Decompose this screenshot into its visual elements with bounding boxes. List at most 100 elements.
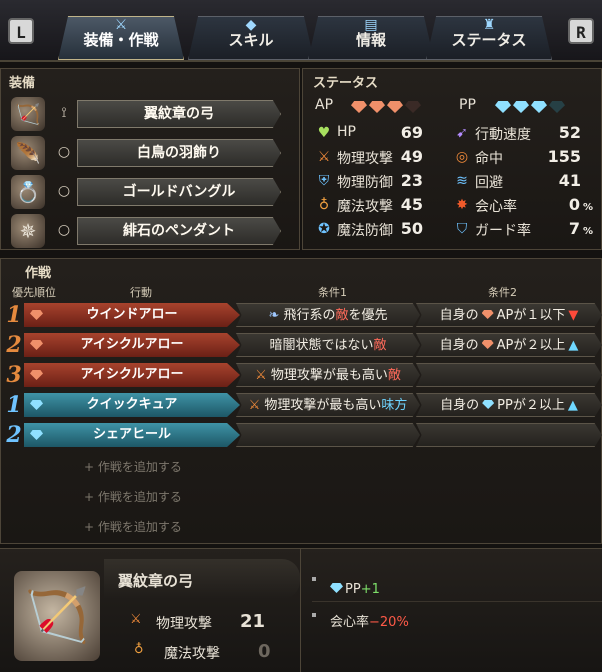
- condition-text: を優先: [348, 308, 388, 323]
- stat-number: 52: [558, 123, 581, 142]
- condition-text: 自身の: [439, 308, 479, 323]
- pp-label: PP: [459, 97, 476, 113]
- tactic-action-button[interactable]: クイックキュア: [24, 393, 240, 417]
- tactic-action-button[interactable]: アイシクルアロー: [24, 333, 240, 357]
- stat-label: 行動速度: [475, 127, 531, 143]
- tactic-condition-2[interactable]: 自身の APが２以上 ▲: [416, 333, 602, 357]
- tactic-condition-2[interactable]: [416, 363, 602, 387]
- down-arrow-icon: ▼: [568, 308, 579, 323]
- equipment-name: 緋石のペンダント: [77, 217, 281, 245]
- tab-skills[interactable]: ◆ スキル: [188, 16, 314, 60]
- scroll-icon: ▤: [364, 17, 378, 33]
- condition-text: 自身の: [439, 338, 479, 353]
- bow-slot-icon: ⟟: [61, 105, 67, 121]
- bow-icon: 🏹: [14, 571, 100, 661]
- stat-value: 49: [401, 147, 435, 166]
- tactic-action-button[interactable]: アイシクルアロー: [24, 363, 240, 387]
- priority-number: 1: [6, 302, 22, 328]
- evade-icon: ≋: [456, 173, 468, 189]
- detail-stat-magic: ♁ 魔法攻撃 0: [130, 641, 290, 663]
- pp-gem-icon: [330, 583, 343, 593]
- condition-text: PPが２以上: [497, 398, 565, 413]
- feather-icon: 🪶: [11, 136, 45, 170]
- tactic-action-button[interactable]: シェアヒール: [24, 423, 240, 447]
- equipment-slot-accessory-1[interactable]: 🪶 ○ 白鳥の羽飾り: [9, 136, 281, 170]
- tactic-action-label: シェアヒール: [92, 427, 171, 442]
- equipment-slot-weapon[interactable]: 🏹 ⟟ 翼紋章の弓: [9, 97, 281, 131]
- r-shoulder-button[interactable]: R: [568, 18, 594, 44]
- effect-label: 会心率: [330, 615, 370, 630]
- stat-value: 155: [548, 147, 593, 166]
- pp-gem-icon: [513, 101, 529, 113]
- equipment-slot-accessory-2[interactable]: 💍 ○ ゴールドバングル: [9, 175, 281, 209]
- ring-slot-icon: ○: [57, 144, 71, 160]
- tab-info[interactable]: ▤ 情報: [308, 16, 434, 60]
- tactic-row[interactable]: 1 クイックキュア ⚔ 物理攻撃が最も高い味方 自身の PPが２以上 ▲: [0, 392, 602, 418]
- wing-icon: ❧: [268, 308, 284, 323]
- ap-label: AP: [315, 97, 334, 113]
- ap-gem-icon: [369, 101, 385, 113]
- ap-gem-icon: [481, 340, 494, 349]
- equipment-name: 白鳥の羽飾り: [77, 139, 281, 167]
- pp-gauge: [495, 101, 567, 117]
- detail-item-name: 翼紋章の弓: [118, 572, 194, 590]
- add-tactic-button[interactable]: + 作戦を追加する: [84, 458, 182, 475]
- tactic-row[interactable]: 2 アイシクルアロー 暗闇状態ではない敵 自身の APが２以上 ▲: [0, 332, 602, 358]
- tactic-condition-1[interactable]: ⚔ 物理攻撃が最も高い味方: [236, 393, 420, 417]
- stat-number: 23: [400, 171, 423, 190]
- tactic-condition-2[interactable]: 自身の PPが２以上 ▲: [416, 393, 602, 417]
- condition-target: 味方: [381, 398, 408, 413]
- stat-number: 49: [400, 147, 423, 166]
- tactic-condition-2[interactable]: [416, 423, 602, 447]
- priority-number: 2: [6, 422, 22, 448]
- stat-value: 45: [401, 195, 435, 214]
- stat-label: 魔法防御: [337, 223, 393, 239]
- stat-value: 50: [401, 219, 435, 238]
- priority-number: 3: [6, 362, 22, 388]
- stat-critical: ✸ 会心率 0%: [453, 195, 593, 217]
- condition-text: 自身の: [440, 398, 480, 413]
- stat-number: 0: [568, 195, 580, 214]
- l-shoulder-button[interactable]: L: [8, 18, 34, 44]
- stat-target: ◎ 命中 155: [453, 147, 593, 169]
- stat-value: 23: [401, 171, 435, 190]
- condition-text: APが２以上: [496, 338, 566, 353]
- tactic-condition-1[interactable]: ⚔ 物理攻撃が最も高い敵: [236, 363, 420, 387]
- tab-equipment-tactics[interactable]: ⚔ 装備・作戦: [58, 16, 184, 60]
- detail-stat-physical: ⚔ 物理攻撃 21: [130, 611, 290, 633]
- condition-text: 物理攻撃が最も高い: [270, 368, 388, 383]
- sword-icon: ⚔: [248, 398, 265, 413]
- priority-number: 2: [6, 332, 22, 358]
- stat-value: 69: [401, 123, 435, 142]
- ap-gem-icon: [30, 370, 43, 380]
- sword-icon: ⚔: [255, 368, 271, 383]
- tactic-condition-2[interactable]: 自身の APが１以下 ▼: [416, 303, 602, 327]
- equipment-slot-accessory-3[interactable]: ✵ ○ 緋石のペンダント: [9, 214, 281, 248]
- ring-slot-icon: ○: [57, 183, 71, 199]
- add-tactic-button[interactable]: + 作戦を追加する: [84, 518, 182, 535]
- tab-label: スキル: [228, 31, 274, 49]
- tactic-condition-1[interactable]: [236, 423, 420, 447]
- tab-label: 情報: [355, 31, 386, 49]
- effect-change: +1: [360, 582, 380, 597]
- add-tactic-button[interactable]: + 作戦を追加する: [84, 488, 182, 505]
- ap-gauge: [351, 101, 423, 117]
- tactic-condition-1[interactable]: 暗闇状態ではない敵: [236, 333, 420, 357]
- header-priority: 優先順位: [12, 286, 56, 299]
- tactic-action-button[interactable]: ウインドアロー: [24, 303, 240, 327]
- tactic-row[interactable]: 3 アイシクルアロー ⚔ 物理攻撃が最も高い敵: [0, 362, 602, 388]
- heart-icon: ♥: [317, 125, 331, 141]
- bangle-icon: 💍: [11, 175, 45, 209]
- condition-target: 敵: [387, 368, 401, 383]
- tactic-row[interactable]: 2 シェアヒール: [0, 422, 602, 448]
- tactic-condition-1[interactable]: ❧ 飛行系の敵を優先: [236, 303, 420, 327]
- pp-gem-icon: [30, 400, 43, 410]
- target-icon: ◎: [455, 149, 469, 165]
- pp-gem-icon: [495, 101, 511, 113]
- tactics-title: 作戦: [25, 266, 52, 281]
- stat-value: 7%: [569, 219, 593, 238]
- pp-gem-icon: [30, 430, 43, 440]
- tactic-row[interactable]: 1 ウインドアロー ❧ 飛行系の敵を優先 自身の APが１以下 ▼: [0, 302, 602, 328]
- condition-target: 敵: [373, 338, 387, 353]
- tab-status[interactable]: ♜ ステータス: [426, 16, 552, 60]
